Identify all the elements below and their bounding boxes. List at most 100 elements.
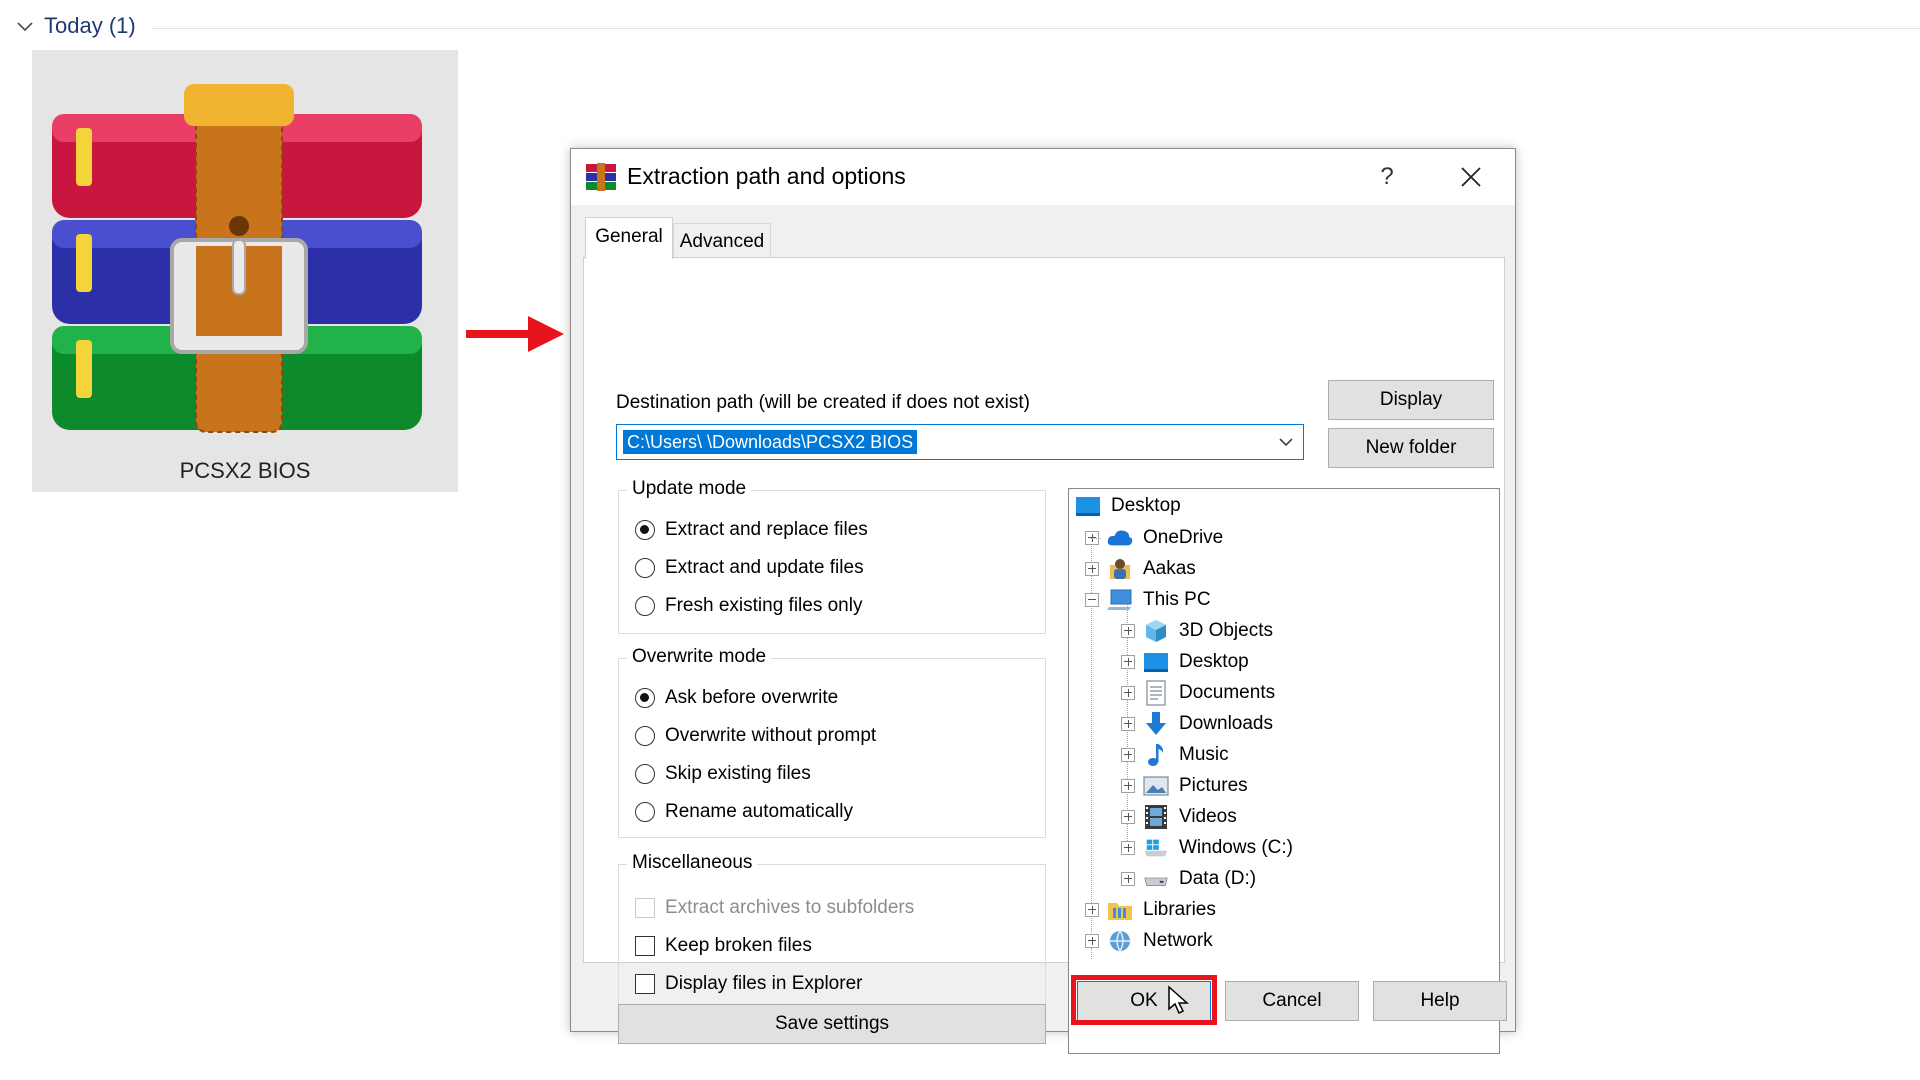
tree-node-onedrive[interactable]: OneDrive bbox=[1085, 523, 1223, 553]
group-header-today[interactable]: Today (1) bbox=[14, 8, 1920, 44]
close-button[interactable] bbox=[1443, 157, 1499, 197]
radio-extract-replace[interactable]: Extract and replace files bbox=[635, 515, 868, 545]
overwrite-mode-group: Overwrite mode Ask before overwrite Over… bbox=[618, 646, 1046, 838]
file-name-label: PCSX2 BIOS bbox=[179, 458, 311, 483]
checkbox-display-files-explorer[interactable]: Display files in Explorer bbox=[635, 969, 862, 999]
expand-toggle[interactable] bbox=[1121, 748, 1135, 762]
radio-button[interactable] bbox=[635, 764, 655, 784]
tree-node-desktop-root[interactable]: Desktop bbox=[1075, 491, 1181, 521]
option-label: Keep broken files bbox=[665, 935, 812, 956]
chevron-down-icon[interactable] bbox=[14, 15, 36, 37]
title-help-button[interactable]: ? bbox=[1359, 157, 1415, 197]
tree-node-videos[interactable]: Videos bbox=[1121, 802, 1237, 832]
tree-node-pictures[interactable]: Pictures bbox=[1121, 771, 1248, 801]
radio-button[interactable] bbox=[635, 688, 655, 708]
overwrite-mode-title: Overwrite mode bbox=[627, 646, 772, 668]
user-folder-icon bbox=[1107, 557, 1133, 581]
radio-overwrite-without-prompt[interactable]: Overwrite without prompt bbox=[635, 721, 876, 751]
expand-toggle[interactable] bbox=[1121, 624, 1135, 638]
tree-guide bbox=[1091, 538, 1101, 539]
tree-node-network[interactable]: Network bbox=[1085, 926, 1213, 956]
radio-button[interactable] bbox=[635, 596, 655, 616]
radio-skip-existing[interactable]: Skip existing files bbox=[635, 759, 811, 789]
checkbox bbox=[635, 898, 655, 918]
3d-objects-icon bbox=[1143, 619, 1169, 643]
radio-button[interactable] bbox=[635, 520, 655, 540]
this-pc-icon bbox=[1107, 588, 1133, 612]
miscellaneous-group: Miscellaneous Extract archives to subfol… bbox=[618, 852, 1046, 1008]
tree-node-data-d[interactable]: Data (D:) bbox=[1121, 864, 1256, 894]
documents-icon bbox=[1143, 680, 1169, 706]
tree-node-aakas[interactable]: Aakas bbox=[1085, 554, 1196, 584]
tree-node-label: Pictures bbox=[1179, 775, 1248, 796]
pictures-icon bbox=[1143, 774, 1169, 798]
expand-toggle[interactable] bbox=[1085, 562, 1099, 576]
checkbox[interactable] bbox=[635, 974, 655, 994]
radio-ask-before-overwrite[interactable]: Ask before overwrite bbox=[635, 683, 838, 713]
tree-node-label: Aakas bbox=[1143, 558, 1196, 579]
option-label: Fresh existing files only bbox=[665, 595, 863, 616]
checkbox[interactable] bbox=[635, 936, 655, 956]
tree-node-windows-c[interactable]: Windows (C:) bbox=[1121, 833, 1293, 863]
save-settings-button[interactable]: Save settings bbox=[618, 1004, 1046, 1044]
tree-node-downloads[interactable]: Downloads bbox=[1121, 709, 1273, 739]
option-label: Extract archives to subfolders bbox=[665, 897, 915, 918]
dialog-titlebar[interactable]: Extraction path and options ? bbox=[571, 149, 1515, 205]
tree-node-this-pc[interactable]: This PC bbox=[1085, 585, 1211, 615]
display-button[interactable]: Display bbox=[1328, 380, 1494, 420]
collapse-toggle[interactable] bbox=[1085, 593, 1099, 607]
tab-general[interactable]: General bbox=[585, 217, 673, 259]
extraction-dialog: Extraction path and options ? General Ad… bbox=[570, 148, 1516, 1054]
option-label: Skip existing files bbox=[665, 763, 811, 784]
expand-toggle[interactable] bbox=[1121, 810, 1135, 824]
expand-toggle[interactable] bbox=[1121, 841, 1135, 855]
checkbox-extract-to-subfolders: Extract archives to subfolders bbox=[635, 893, 914, 923]
radio-extract-update[interactable]: Extract and update files bbox=[635, 553, 864, 583]
radio-rename-automatically[interactable]: Rename automatically bbox=[635, 797, 853, 827]
option-label: Overwrite without prompt bbox=[665, 725, 877, 746]
expand-toggle[interactable] bbox=[1121, 779, 1135, 793]
tree-node-label: 3D Objects bbox=[1179, 620, 1273, 641]
cancel-button[interactable]: Cancel bbox=[1225, 981, 1359, 1021]
expand-toggle[interactable] bbox=[1085, 903, 1099, 917]
file-tile[interactable]: PCSX2 BIOS bbox=[32, 50, 458, 492]
tree-node-libraries[interactable]: Libraries bbox=[1085, 895, 1216, 925]
music-icon bbox=[1143, 743, 1169, 767]
tree-node-3d-objects[interactable]: 3D Objects bbox=[1121, 616, 1273, 646]
option-label: Extract and replace files bbox=[665, 519, 868, 540]
expand-toggle[interactable] bbox=[1121, 686, 1135, 700]
destination-path-value[interactable]: C:\Users\ \Downloads\PCSX2 BIOS bbox=[623, 430, 918, 454]
option-label: Display files in Explorer bbox=[665, 973, 863, 994]
help-button[interactable]: Help bbox=[1373, 981, 1507, 1021]
expand-toggle[interactable] bbox=[1121, 872, 1135, 886]
radio-button[interactable] bbox=[635, 802, 655, 822]
winrar-archive-icon bbox=[52, 84, 422, 433]
radio-fresh-existing[interactable]: Fresh existing files only bbox=[635, 591, 862, 621]
chevron-down-icon[interactable] bbox=[1275, 431, 1297, 453]
videos-icon bbox=[1143, 805, 1169, 829]
windows-drive-icon bbox=[1143, 836, 1169, 860]
new-folder-button[interactable]: New folder bbox=[1328, 428, 1494, 468]
tree-node-label: Network bbox=[1143, 930, 1213, 951]
checkbox-keep-broken-files[interactable]: Keep broken files bbox=[635, 931, 812, 961]
tree-node-desktop[interactable]: Desktop bbox=[1121, 647, 1249, 677]
tab-advanced[interactable]: Advanced bbox=[673, 223, 771, 259]
desktop-icon bbox=[1143, 650, 1169, 674]
destination-path-label: Destination path (will be created if doe… bbox=[616, 392, 1030, 413]
option-label: Ask before overwrite bbox=[665, 687, 839, 708]
radio-button[interactable] bbox=[635, 558, 655, 578]
network-icon bbox=[1107, 929, 1133, 953]
radio-button[interactable] bbox=[635, 726, 655, 746]
expand-toggle[interactable] bbox=[1121, 717, 1135, 731]
mouse-cursor-icon bbox=[1168, 985, 1189, 1015]
expand-toggle[interactable] bbox=[1121, 655, 1135, 669]
tree-node-music[interactable]: Music bbox=[1121, 740, 1229, 770]
folder-tree[interactable]: Desktop OneDrive Aakas This PC 3D Object… bbox=[1068, 488, 1500, 1054]
ok-button[interactable]: OK bbox=[1077, 981, 1211, 1021]
downloads-icon bbox=[1143, 712, 1169, 736]
option-label: Extract and update files bbox=[665, 557, 864, 578]
update-mode-group: Update mode Extract and replace files Ex… bbox=[618, 478, 1046, 634]
destination-path-combobox[interactable]: C:\Users\ \Downloads\PCSX2 BIOS bbox=[616, 424, 1304, 460]
tree-node-documents[interactable]: Documents bbox=[1121, 678, 1275, 708]
expand-toggle[interactable] bbox=[1085, 934, 1099, 948]
